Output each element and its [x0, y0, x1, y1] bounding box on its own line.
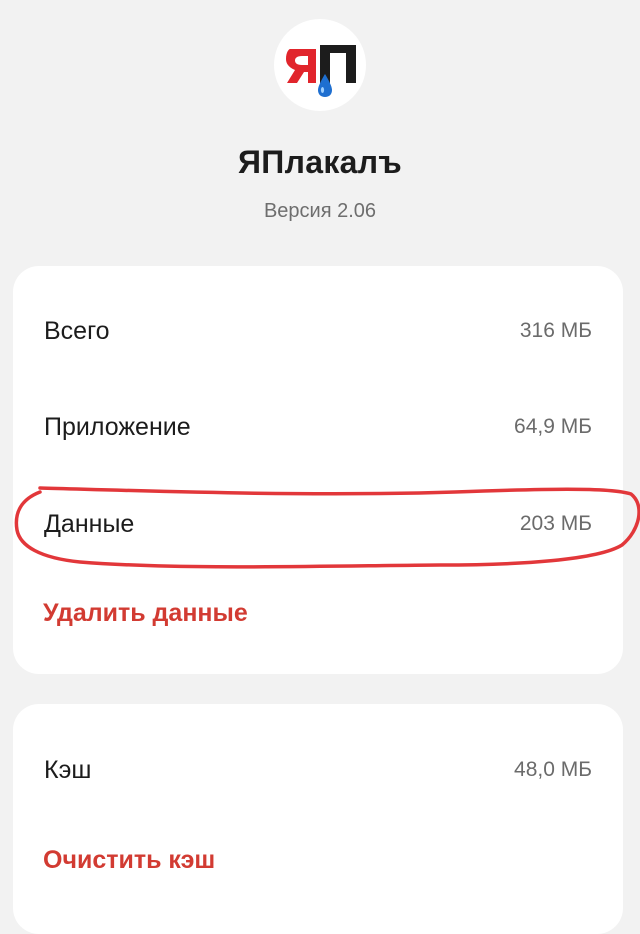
cache-row: Кэш 48,0 МБ — [13, 750, 623, 790]
storage-card: Всего 316 МБ Приложение 64,9 МБ Данные 2… — [13, 266, 623, 674]
storage-total-row: Всего 316 МБ — [13, 311, 623, 351]
cache-label: Кэш — [44, 755, 92, 784]
app-logo-image — [286, 45, 356, 97]
app-logo — [274, 19, 366, 111]
cache-value: 48,0 МБ — [514, 758, 592, 781]
storage-data-row: Данные 203 МБ — [13, 504, 623, 544]
clear-data-button[interactable]: Удалить данные — [43, 599, 248, 628]
storage-app-label: Приложение — [44, 412, 191, 441]
storage-total-value: 316 МБ — [519, 319, 592, 342]
storage-data-label: Данные — [44, 509, 135, 538]
storage-app-row: Приложение 64,9 МБ — [13, 407, 623, 447]
cache-card: Кэш 48,0 МБ Очистить кэш — [13, 704, 623, 934]
storage-data-value: 203 МБ — [519, 512, 592, 535]
app-version: Версия 2.06 — [263, 200, 377, 222]
storage-total-label: Всего — [44, 316, 110, 345]
app-title: ЯПлакалъ — [238, 144, 402, 180]
storage-app-value: 64,9 МБ — [514, 415, 592, 438]
clear-cache-button[interactable]: Очистить кэш — [43, 846, 215, 875]
